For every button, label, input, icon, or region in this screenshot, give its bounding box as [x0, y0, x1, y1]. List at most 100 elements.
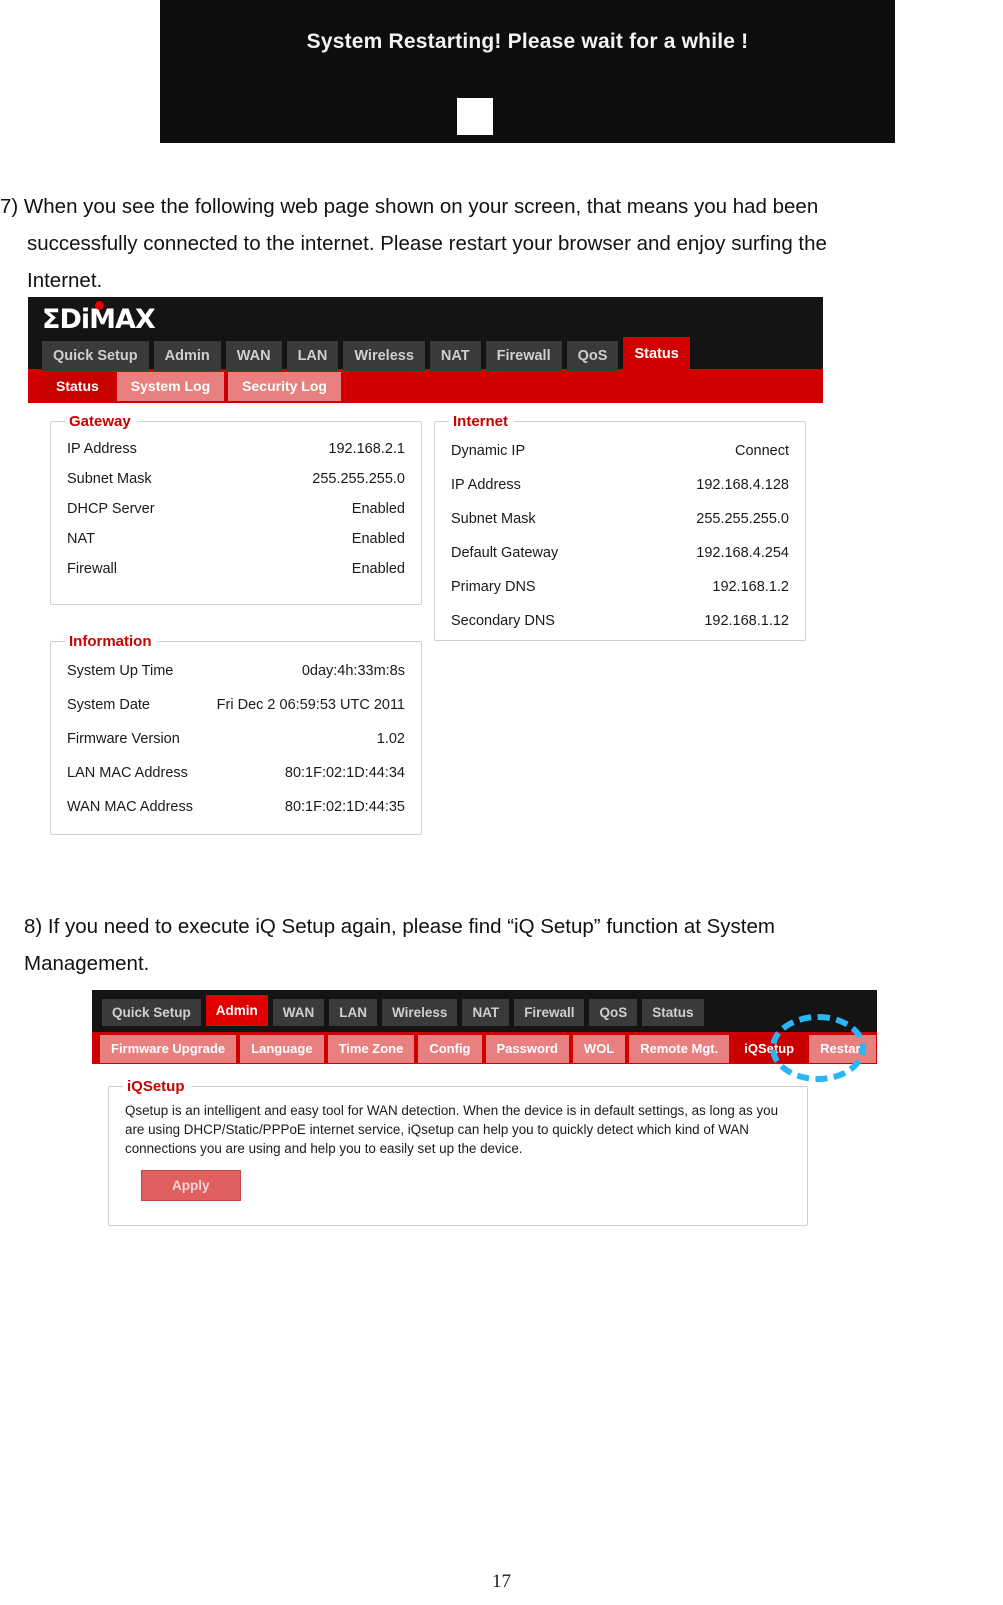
- nav-tab-quick-setup[interactable]: Quick Setup: [102, 999, 201, 1026]
- row-label: System Date: [67, 697, 150, 713]
- information-row-wan-mac-address: WAN MAC Address 80:1F:02:1D:44:35: [65, 790, 407, 824]
- row-value: Enabled: [351, 561, 405, 577]
- sub-tab-firmware-upgrade[interactable]: Firmware Upgrade: [100, 1035, 237, 1063]
- nav-tab-status[interactable]: Status: [623, 337, 690, 371]
- information-row-system-date: System Date Fri Dec 2 06:59:53 UTC 2011: [65, 688, 407, 722]
- gateway-panel: Gateway IP Address 192.168.2.1 Subnet Ma…: [50, 413, 422, 605]
- instruction-step-8: 8) If you need to execute iQ Setup again…: [24, 908, 984, 982]
- internet-row-default-gateway: Default Gateway 192.168.4.254: [449, 536, 791, 570]
- nav-tab-admin[interactable]: Admin: [205, 995, 268, 1026]
- information-row-system-up-time: System Up Time 0day:4h:33m:8s: [65, 654, 407, 688]
- system-restart-banner: System Restarting! Please wait for a whi…: [160, 0, 895, 143]
- admin-sub-nav-bar: Firmware Upgrade Language Time Zone Conf…: [92, 1032, 877, 1064]
- step-8-line-2: Management.: [24, 952, 150, 975]
- nav-tab-firewall[interactable]: Firewall: [485, 341, 562, 371]
- nav-tab-nat[interactable]: NAT: [429, 341, 481, 371]
- internet-row-ip-address: IP Address 192.168.4.128: [449, 468, 791, 502]
- nav-tab-qos[interactable]: QoS: [566, 341, 619, 371]
- sub-tab-wol[interactable]: WOL: [572, 1035, 626, 1063]
- row-label: IP Address: [67, 441, 137, 457]
- sub-tab-config[interactable]: Config: [418, 1035, 482, 1063]
- row-value: 192.168.1.2: [712, 579, 789, 595]
- router-status-screenshot: ΣDiMAX Quick Setup Admin WAN LAN Wireles…: [28, 297, 823, 897]
- sub-tab-status[interactable]: Status: [42, 372, 113, 401]
- internet-row-primary-dns: Primary DNS 192.168.1.2: [449, 570, 791, 604]
- internet-row-dynamic-ip: Dynamic IP Connect: [449, 434, 791, 468]
- row-value: 0day:4h:33m:8s: [301, 663, 405, 679]
- gateway-row-subnet-mask: Subnet Mask 255.255.255.0: [65, 464, 407, 494]
- status-sub-nav-bar: Status System Log Security Log: [28, 369, 823, 403]
- iqsetup-panel: iQSetup Qsetup is an intelligent and eas…: [108, 1078, 808, 1226]
- information-row-firmware-version: Firmware Version 1.02: [65, 722, 407, 756]
- nav-tab-nat[interactable]: NAT: [462, 999, 510, 1026]
- nav-tab-firewall[interactable]: Firewall: [514, 999, 585, 1026]
- information-row-lan-mac-address: LAN MAC Address 80:1F:02:1D:44:34: [65, 756, 407, 790]
- internet-row-secondary-dns: Secondary DNS 192.168.1.12: [449, 604, 791, 638]
- row-label: Default Gateway: [451, 545, 559, 561]
- row-value: 192.168.4.128: [696, 477, 789, 493]
- router-header: ΣDiMAX Quick Setup Admin WAN LAN Wireles…: [28, 297, 823, 371]
- information-panel-title: Information: [69, 633, 152, 650]
- sub-tab-iqsetup[interactable]: iQSetup: [733, 1035, 806, 1063]
- row-label: Firewall: [67, 561, 117, 577]
- row-label: Primary DNS: [451, 579, 536, 595]
- information-panel: Information System Up Time 0day:4h:33m:8…: [50, 633, 422, 835]
- row-value: Enabled: [351, 501, 405, 517]
- row-label: IP Address: [451, 477, 521, 493]
- sub-tab-remote-mgt[interactable]: Remote Mgt.: [629, 1035, 730, 1063]
- sub-tab-system-log[interactable]: System Log: [116, 372, 225, 401]
- row-value: Enabled: [351, 531, 405, 547]
- nav-tab-quick-setup[interactable]: Quick Setup: [42, 341, 149, 371]
- router-admin-header: Quick Setup Admin WAN LAN Wireless NAT F…: [92, 990, 877, 1032]
- sub-tab-restart[interactable]: Restart: [809, 1035, 876, 1063]
- instruction-step-7: 7) When you see the following web page s…: [0, 188, 1003, 299]
- nav-tab-wireless[interactable]: Wireless: [343, 341, 425, 371]
- row-label: Dynamic IP: [451, 443, 526, 459]
- gateway-row-firewall: Firewall Enabled: [65, 554, 407, 584]
- restart-progress-indicator: [457, 98, 493, 135]
- router-admin-screenshot: Quick Setup Admin WAN LAN Wireless NAT F…: [92, 990, 877, 1240]
- row-label: System Up Time: [67, 663, 174, 679]
- nav-tab-qos[interactable]: QoS: [589, 999, 638, 1026]
- internet-panel: Internet Dynamic IP Connect IP Address 1…: [434, 413, 806, 641]
- gateway-panel-title: Gateway: [69, 413, 131, 430]
- status-panels-area: Gateway IP Address 192.168.2.1 Subnet Ma…: [28, 403, 823, 893]
- nav-tab-lan[interactable]: LAN: [286, 341, 339, 371]
- row-label: Firmware Version: [67, 731, 180, 747]
- gateway-row-nat: NAT Enabled: [65, 524, 407, 554]
- restart-message: System Restarting! Please wait for a whi…: [306, 30, 749, 53]
- nav-tab-lan[interactable]: LAN: [329, 999, 378, 1026]
- nav-tab-wan[interactable]: WAN: [225, 341, 282, 371]
- gateway-row-ip-address: IP Address 192.168.2.1: [65, 434, 407, 464]
- row-label: Subnet Mask: [67, 471, 152, 487]
- row-label: WAN MAC Address: [67, 799, 193, 815]
- admin-main-nav-bar: Quick Setup Admin WAN LAN Wireless NAT F…: [102, 995, 704, 1026]
- row-value: Fri Dec 2 06:59:53 UTC 2011: [216, 697, 405, 713]
- nav-tab-status[interactable]: Status: [642, 999, 704, 1026]
- nav-tab-wan[interactable]: WAN: [272, 999, 325, 1026]
- step-7-line-1: 7) When you see the following web page s…: [0, 195, 819, 218]
- nav-tab-admin[interactable]: Admin: [153, 341, 221, 371]
- iqsetup-description: Qsetup is an intelligent and easy tool f…: [125, 1103, 779, 1156]
- row-label: Subnet Mask: [451, 511, 536, 527]
- apply-button[interactable]: Apply: [141, 1170, 241, 1201]
- step-7-line-2: successfully connected to the internet. …: [27, 232, 827, 255]
- main-nav-bar: Quick Setup Admin WAN LAN Wireless NAT F…: [42, 337, 690, 371]
- edimax-logo: ΣDiMAX: [42, 301, 156, 335]
- row-value: 192.168.1.12: [704, 613, 789, 629]
- step-8-line-1: 8) If you need to execute iQ Setup again…: [24, 915, 775, 938]
- sub-tab-security-log[interactable]: Security Log: [228, 372, 341, 401]
- sub-tab-language[interactable]: Language: [240, 1035, 324, 1063]
- step-7-line-3: Internet.: [27, 269, 103, 292]
- gateway-row-dhcp-server: DHCP Server Enabled: [65, 494, 407, 524]
- row-value: 255.255.255.0: [696, 511, 789, 527]
- row-value: 255.255.255.0: [312, 471, 405, 487]
- sub-tab-password[interactable]: Password: [485, 1035, 569, 1063]
- row-label: LAN MAC Address: [67, 765, 188, 781]
- sub-tab-time-zone[interactable]: Time Zone: [327, 1035, 415, 1063]
- logo-red-dot-icon: [95, 301, 104, 310]
- row-value: 1.02: [376, 731, 405, 747]
- internet-row-subnet-mask: Subnet Mask 255.255.255.0: [449, 502, 791, 536]
- nav-tab-wireless[interactable]: Wireless: [382, 999, 458, 1026]
- page-number: 17: [492, 1571, 511, 1592]
